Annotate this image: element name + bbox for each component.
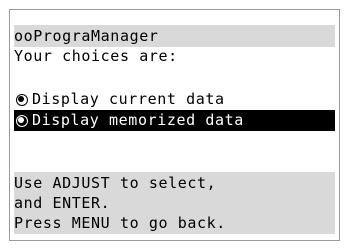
option-display-current-data[interactable]: Display current data: [14, 89, 335, 110]
help-line-2: and ENTER.: [14, 194, 111, 212]
help-line-3: Press MENU to go back.: [14, 214, 226, 232]
app-title: ooPrograManager: [14, 27, 159, 45]
option-display-memorized-data[interactable]: Display memorized data: [14, 110, 335, 131]
option-label: Display memorized data: [32, 111, 244, 129]
radio-icon: [16, 93, 28, 106]
help-line-1: Use ADJUST to select,: [14, 174, 217, 192]
radio-icon: [16, 114, 28, 127]
option-label: Display current data: [32, 90, 225, 108]
choices-prompt: Your choices are:: [14, 47, 178, 65]
